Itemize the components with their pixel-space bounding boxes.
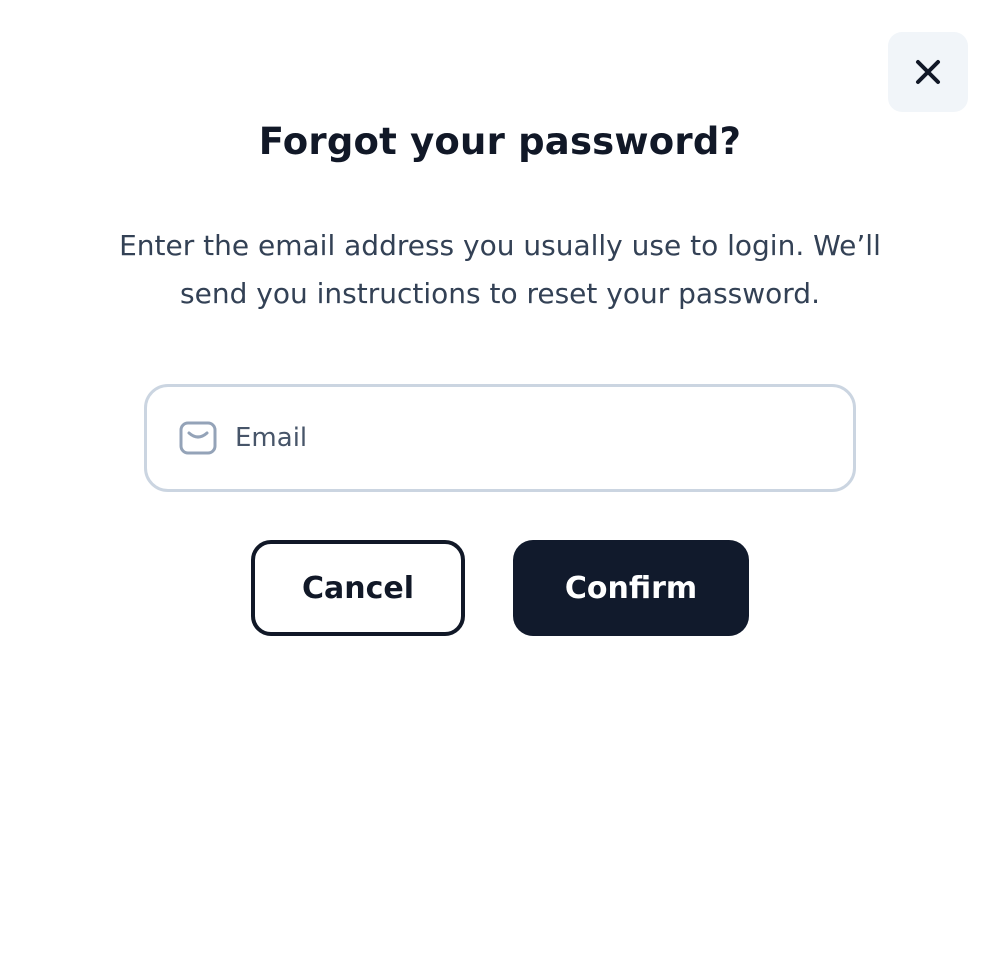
cancel-button[interactable]: Cancel xyxy=(251,540,465,636)
mail-icon xyxy=(177,417,219,459)
dialog-title: Forgot your password? xyxy=(258,120,742,163)
close-button[interactable] xyxy=(888,32,968,112)
dialog-description: Enter the email address you usually use … xyxy=(119,229,881,310)
close-icon xyxy=(916,60,940,84)
confirm-button[interactable]: Confirm xyxy=(513,540,749,636)
email-input[interactable] xyxy=(235,408,853,468)
email-field[interactable] xyxy=(144,384,856,492)
